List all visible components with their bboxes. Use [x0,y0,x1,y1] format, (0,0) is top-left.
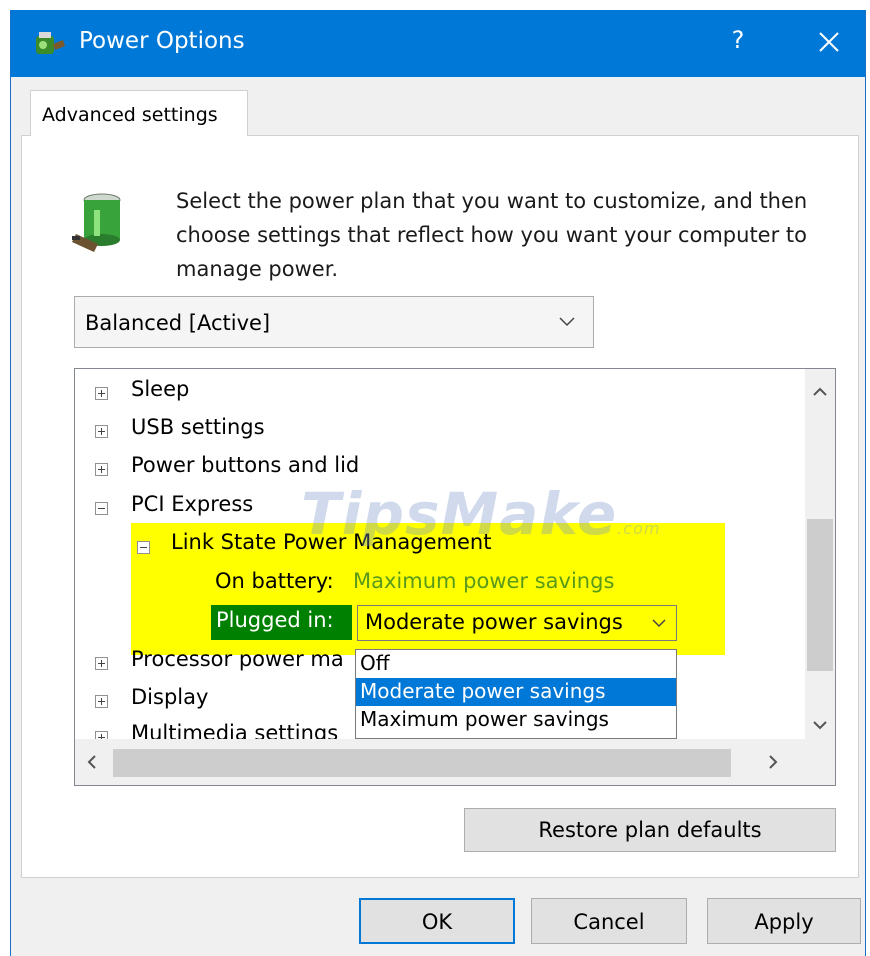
tree-item-link-state[interactable]: Link State Power Management [171,530,491,554]
plugged-in-label: Plugged in: [211,605,352,640]
option-maximum-power-savings[interactable]: Maximum power savings [356,706,676,734]
expand-icon[interactable] [95,463,108,476]
plugged-in-value: Moderate power savings [365,610,623,634]
battery-plug-icon [72,193,121,252]
ok-button[interactable]: OK [359,898,515,944]
restore-plan-defaults-button[interactable]: Restore plan defaults [464,808,836,852]
advanced-settings-pane: Select the power plan that you want to c… [21,135,859,878]
apply-button[interactable]: Apply [707,898,861,944]
on-battery-value[interactable]: Maximum power savings [353,569,614,593]
tree-item-usb-settings[interactable]: USB settings [131,415,265,439]
tree-item-power-buttons[interactable]: Power buttons and lid [131,453,359,477]
window-title: Power Options [79,28,245,54]
collapse-icon[interactable] [137,541,150,554]
settings-tree: Sleep USB settings Power buttons and lid… [74,368,836,786]
tree-item-display[interactable]: Display [131,685,208,709]
tree-item-sleep[interactable]: Sleep [131,377,189,401]
scroll-left-icon[interactable] [87,755,96,769]
scroll-right-icon[interactable] [769,755,778,769]
expand-icon[interactable] [95,387,108,400]
close-button[interactable] [809,20,849,64]
plugged-in-options-list: Off Moderate power savings Maximum power… [355,649,677,739]
intro-text: Select the power plan that you want to c… [176,189,808,281]
option-moderate-power-savings[interactable]: Moderate power savings [356,678,676,706]
horizontal-scrollbar[interactable] [75,739,807,785]
title-bar: Power Options ? [11,10,865,77]
scroll-up-icon[interactable] [813,387,827,396]
power-options-window: Power Options ? Advanced settings Select… [10,10,866,956]
tree-item-processor-power[interactable]: Processor power ma [131,647,344,671]
scroll-down-icon[interactable] [813,721,827,730]
chevron-down-icon [652,619,666,628]
tab-advanced-settings[interactable]: Advanced settings [30,90,248,136]
chevron-down-icon [559,317,575,327]
tree-item-pci-express[interactable]: PCI Express [131,492,253,516]
cancel-button[interactable]: Cancel [531,898,687,944]
expand-icon[interactable] [95,425,108,438]
plugged-in-dropdown[interactable]: Moderate power savings [357,605,677,641]
on-battery-label: On battery: [215,569,334,593]
close-icon [819,32,839,52]
horizontal-scroll-thumb[interactable] [113,749,731,777]
power-plan-value: Balanced [Active] [85,311,271,335]
expand-icon[interactable] [95,695,108,708]
vertical-scroll-thumb[interactable] [807,519,833,671]
power-options-icon [36,32,65,54]
power-plan-dropdown[interactable]: Balanced [Active] [74,296,594,348]
vertical-scrollbar[interactable] [805,369,835,739]
collapse-icon[interactable] [95,502,108,515]
scrollbar-corner [805,739,835,785]
expand-icon[interactable] [95,657,108,670]
option-off[interactable]: Off [356,650,676,678]
help-button[interactable]: ? [723,26,753,58]
